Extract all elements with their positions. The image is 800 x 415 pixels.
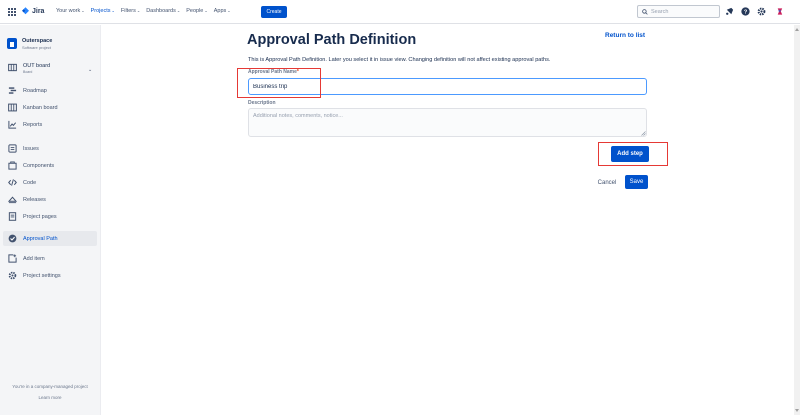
chevron-down-icon[interactable]: ⌄: [88, 67, 92, 73]
releases-icon: [8, 196, 17, 204]
help-icon[interactable]: ?: [741, 7, 750, 16]
settings-icon[interactable]: [757, 7, 766, 16]
sidebar-item-label: Components: [23, 162, 55, 169]
roadmap-icon: [8, 87, 17, 94]
sidebar-item-label: Approval Path: [23, 235, 58, 242]
scroll-up-arrow-icon[interactable]: [795, 28, 799, 31]
save-button[interactable]: Save: [625, 175, 648, 189]
sidebar-item-issues[interactable]: Issues: [3, 141, 97, 156]
board-icon: [8, 63, 17, 72]
page-title: Approval Path Definition: [247, 32, 417, 48]
jira-logo-text: Jira: [32, 8, 45, 15]
sidebar-item-code[interactable]: Code: [3, 175, 97, 190]
description-field-label: Description: [248, 100, 276, 106]
approval-path-icon: [8, 234, 17, 243]
project-header[interactable]: Outerspace Software project: [7, 38, 52, 51]
search-placeholder: Search: [651, 8, 669, 15]
reports-icon: [8, 120, 17, 129]
nav-item-apps[interactable]: Apps⌄: [214, 8, 231, 14]
sidebar-item-label: Project settings: [23, 272, 61, 279]
search-icon: [642, 8, 648, 15]
nav-item-dashboards[interactable]: Dashboards⌄: [146, 8, 180, 14]
sidebar-item-label: Issues: [23, 145, 39, 152]
project-type: Software project: [22, 45, 51, 50]
sidebar-item-label: Add item: [23, 255, 45, 262]
chevron-down-icon: ⌄: [227, 8, 231, 13]
chevron-down-icon: ⌄: [176, 8, 181, 13]
nav-item-label: Filters: [120, 8, 136, 14]
sidebar-item-releases[interactable]: Releases: [3, 192, 97, 207]
project-sidebar: Outerspace Software project OUT board Bo…: [0, 25, 101, 415]
components-icon: [8, 161, 17, 170]
sidebar-item-components[interactable]: Components: [3, 158, 97, 173]
top-navigation: Jira Your work⌄ Projects⌄ Filters⌄ Dashb…: [0, 0, 800, 24]
highlight-box-name-field: [237, 68, 321, 98]
board-name: OUT board: [23, 63, 51, 69]
settings-icon: [8, 271, 17, 280]
sidebar-item-label: Releases: [23, 196, 46, 203]
nav-item-people[interactable]: People⌄: [186, 8, 208, 14]
sidebar-item-label: Roadmap: [23, 87, 47, 94]
scroll-down-arrow-icon[interactable]: [795, 409, 799, 412]
chevron-down-icon: ⌄: [111, 8, 115, 13]
board-subtitle: Board: [23, 70, 33, 74]
sidebar-footer: You're in a company-managed project Lear…: [0, 384, 100, 400]
nav-item-your-work[interactable]: Your work⌄: [56, 8, 85, 14]
nav-item-projects[interactable]: Projects⌄: [91, 8, 115, 14]
nav-item-label: Your work: [56, 8, 81, 14]
sidebar-item-roadmap[interactable]: Roadmap: [3, 83, 97, 98]
sidebar-item-reports[interactable]: Reports: [3, 117, 97, 132]
nav-item-label: Dashboards: [146, 8, 176, 14]
nav-item-filters[interactable]: Filters⌄: [121, 8, 140, 14]
sidebar-item-label: Project pages: [23, 213, 57, 220]
board-switcher[interactable]: OUT board Board: [8, 63, 50, 75]
nav-menu: Your work⌄ Projects⌄ Filters⌄ Dashboards…: [56, 8, 231, 14]
cancel-button[interactable]: Cancel: [592, 176, 622, 189]
return-to-list-link[interactable]: Return to list: [605, 32, 645, 39]
project-mode-text: You're in a company-managed project: [12, 384, 88, 389]
add-item-icon: [8, 254, 17, 263]
jira-logo-icon: [22, 7, 29, 15]
highlight-box-add-step: [598, 142, 668, 166]
notifications-icon[interactable]: [725, 7, 734, 16]
pages-icon: [8, 212, 17, 221]
chevron-down-icon: ⌄: [204, 8, 208, 13]
code-icon: [8, 179, 17, 186]
sidebar-item-label: Code: [23, 179, 37, 186]
sidebar-item-add-item[interactable]: Add item: [3, 251, 97, 266]
learn-more-link[interactable]: Learn more: [0, 395, 100, 400]
search-input[interactable]: Search: [637, 5, 720, 18]
issues-icon: [8, 144, 17, 153]
chevron-down-icon: ⌄: [81, 8, 85, 13]
sidebar-item-project-settings[interactable]: Project settings: [3, 268, 97, 283]
kanban-icon: [8, 103, 17, 112]
sidebar-item-label: Kanban board: [23, 104, 58, 111]
nav-item-label: People: [186, 8, 204, 14]
project-avatar: [7, 38, 17, 49]
scrollbar[interactable]: [794, 25, 800, 415]
nav-item-label: Projects: [90, 8, 111, 14]
sidebar-item-kanban-board[interactable]: Kanban board: [3, 100, 97, 115]
app-switcher-icon[interactable]: [8, 8, 16, 16]
sidebar-item-project-pages[interactable]: Project pages: [3, 209, 97, 224]
project-name: Outerspace: [22, 38, 53, 44]
page: Jira Your work⌄ Projects⌄ Filters⌄ Dashb…: [0, 0, 800, 415]
create-button[interactable]: Create: [261, 6, 287, 18]
sidebar-item-label: Reports: [23, 121, 43, 128]
user-avatar-icon[interactable]: [775, 7, 784, 16]
page-description: This is Approval Path Definition. Later …: [248, 57, 551, 63]
description-textarea[interactable]: [248, 108, 647, 137]
nav-item-label: Apps: [213, 8, 227, 14]
sidebar-item-approval-path[interactable]: Approval Path: [3, 231, 97, 246]
resize-handle-icon[interactable]: [641, 131, 646, 136]
svg-text:?: ?: [744, 10, 748, 16]
jira-logo[interactable]: Jira: [22, 7, 44, 16]
chevron-down-icon: ⌄: [136, 8, 141, 13]
